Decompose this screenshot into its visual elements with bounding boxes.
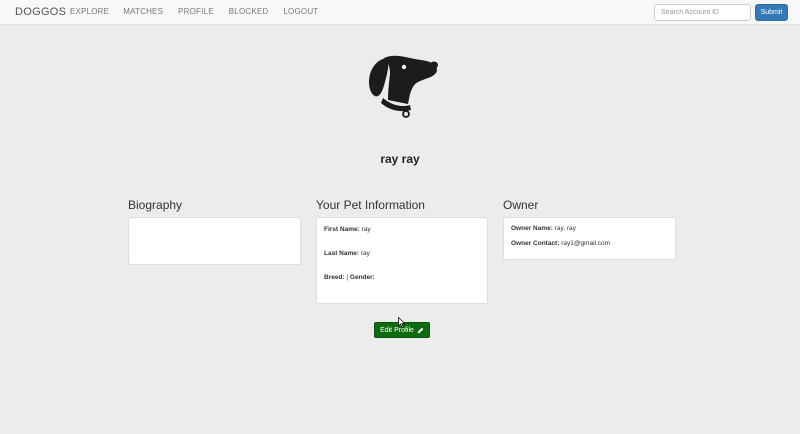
owner-name-label: Owner Name: [511, 225, 555, 232]
pencil-icon [417, 327, 424, 333]
owner-contact-value: ray1@gmail.com [561, 240, 611, 247]
biography-heading: Biography [128, 198, 183, 212]
dog-head-icon [366, 52, 440, 122]
pet-info-heading: Your Pet Information [316, 198, 425, 212]
gender-label: Gender: [349, 274, 375, 281]
submit-button[interactable]: Submit [755, 4, 788, 21]
owner-panel: Owner Name: ray, ray Owner Contact: ray1… [503, 217, 676, 260]
last-name-value: ray [360, 250, 370, 257]
pet-info-panel: First Name: ray Last Name: ray Breed: | … [316, 217, 488, 304]
top-navbar: DOGGOS EXPLORE MATCHES PROFILE BLOCKED L… [0, 0, 800, 25]
owner-heading: Owner [503, 198, 539, 212]
nav-explore[interactable]: EXPLORE [70, 7, 109, 16]
breed-gender-row: Breed: | Gender: [324, 274, 375, 281]
first-name-row: First Name: ray [324, 226, 371, 233]
last-name-row: Last Name: ray [324, 250, 370, 257]
owner-name-value: ray, ray [554, 225, 576, 232]
edit-profile-label: Edit Profile [380, 326, 414, 334]
last-name-label: Last Name: [324, 250, 361, 257]
first-name-value: ray [361, 226, 371, 233]
owner-name-row: Owner Name: ray, ray [511, 225, 576, 232]
first-name-label: First Name: [324, 226, 362, 233]
nav-profile[interactable]: PROFILE [178, 7, 214, 16]
nav-links: EXPLORE MATCHES PROFILE BLOCKED LOGOUT [70, 7, 333, 16]
nav-matches[interactable]: MATCHES [123, 7, 163, 16]
breed-label: Breed: [324, 274, 347, 281]
profile-name: ray ray [380, 152, 420, 166]
search-account-input[interactable] [654, 4, 751, 21]
owner-contact-label: Owner Contact: [511, 240, 562, 247]
owner-contact-row: Owner Contact: ray1@gmail.com [511, 240, 610, 247]
nav-logout[interactable]: LOGOUT [283, 7, 318, 16]
biography-panel [128, 217, 301, 265]
mouse-cursor-icon [398, 317, 406, 328]
nav-blocked[interactable]: BLOCKED [229, 7, 269, 16]
brand-logo[interactable]: DOGGOS [15, 6, 66, 18]
